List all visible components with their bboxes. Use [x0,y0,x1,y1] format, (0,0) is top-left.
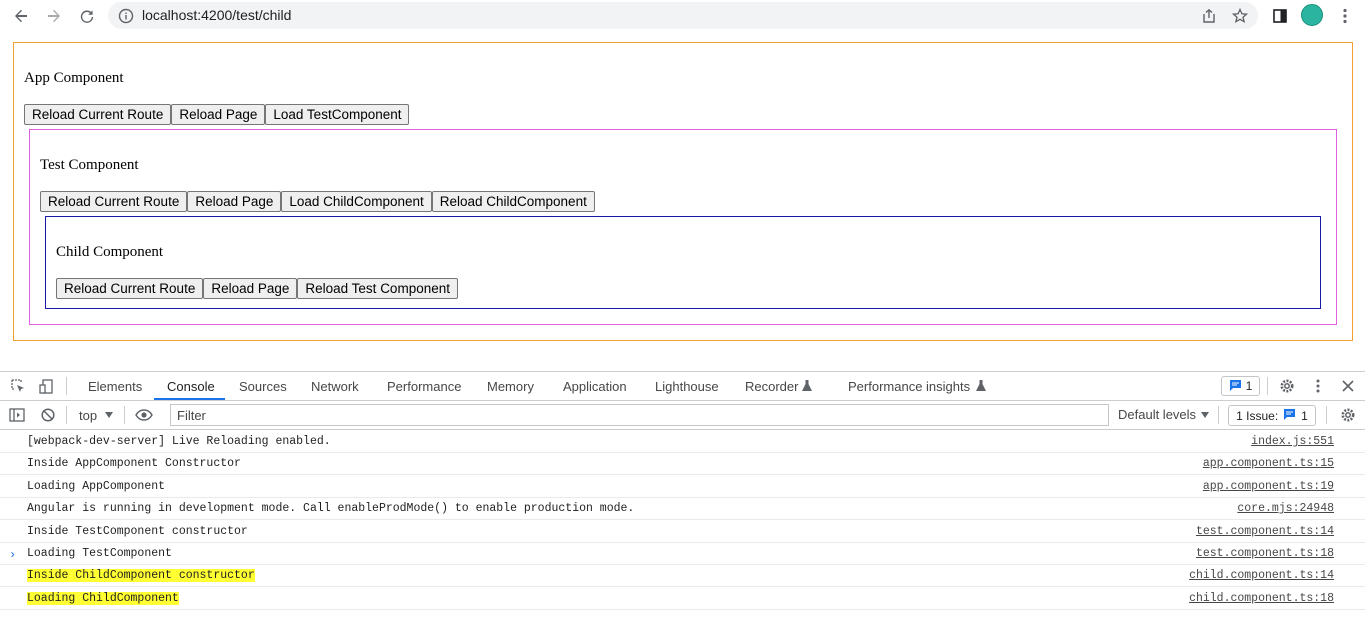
console-prompt-chevron-icon[interactable]: › [9,548,16,562]
child-reload-current-route-button[interactable]: Reload Current Route [56,278,204,299]
tab-performance[interactable]: Performance [387,379,461,394]
app-component-title: App Component [24,70,124,86]
console-filter-bar: top Default levels 1 Issue: 1 [0,401,1365,430]
filter-input[interactable] [171,405,1108,425]
divider [1218,406,1219,424]
tab-recorder[interactable]: Recorder [745,379,798,394]
clear-console-icon[interactable] [40,407,56,423]
console-log-source-link[interactable]: test.component.ts:18 [1196,547,1334,560]
test-reload-current-route-button[interactable]: Reload Current Route [40,191,188,212]
url-text[interactable]: localhost:4200/test/child [142,7,291,23]
app-button-row: Reload Current Route Reload Page Load Te… [24,104,410,125]
tab-elements[interactable]: Elements [88,379,142,394]
tab-sources[interactable]: Sources [239,379,287,394]
app-load-test-component-button[interactable]: Load TestComponent [265,104,410,125]
star-icon[interactable] [1230,6,1250,26]
child-button-row: Reload Current Route Reload Page Reload … [56,278,458,299]
flask-icon [975,379,987,393]
chevron-down-icon[interactable] [1200,409,1210,421]
child-reload-page-button[interactable]: Reload Page [203,278,298,299]
back-arrow-icon[interactable] [9,4,33,28]
filter-input-box[interactable] [170,404,1109,426]
message-icon [1229,379,1242,394]
avatar[interactable] [1301,4,1323,26]
console-log-message: Loading TestComponent [27,547,172,560]
divider [124,406,125,424]
console-log-row: Angular is running in development mode. … [0,498,1365,521]
address-bar[interactable]: localhost:4200/test/child [108,2,1258,29]
issues-label: 1 Issue: [1236,408,1279,423]
console-log-source-link[interactable]: child.component.ts:18 [1189,592,1334,605]
divider [66,406,67,424]
log-levels-dropdown[interactable]: Default levels [1118,407,1196,422]
messages-count: 1 [1245,379,1253,393]
console-log-source-link[interactable]: app.component.ts:15 [1203,457,1334,470]
close-icon[interactable] [1340,378,1356,394]
device-toolbar-icon[interactable] [38,378,54,394]
console-settings-gear-icon[interactable] [1340,407,1356,423]
sidebar-icon[interactable] [1268,4,1292,28]
console-log-source-link[interactable]: app.component.ts:19 [1203,480,1334,493]
flask-icon [801,379,813,393]
info-icon[interactable] [116,6,136,26]
issues-button[interactable]: 1 Issue: 1 [1228,405,1316,426]
console-log-row: Loading ChildComponent child.component.ts… [0,588,1365,610]
console-log-source-link[interactable]: core.mjs:24948 [1237,502,1334,515]
page-content: App Component Reload Current Route Reloa… [0,31,1365,371]
settings-gear-icon[interactable] [1279,378,1295,394]
chevron-down-icon[interactable] [104,409,114,421]
forward-arrow-icon[interactable] [42,4,66,28]
console-log-row: Loading AppComponent app.component.ts:19 [0,476,1365,498]
divider [1326,406,1327,424]
console-log-message: Inside ChildComponent constructor [27,569,255,583]
more-vert-icon[interactable] [1333,4,1357,28]
divider [1267,377,1268,395]
console-log-row: Inside TestComponent constructor test.com… [0,521,1365,543]
console-log-row: [webpack-dev-server] Live Reloading enab… [0,431,1365,453]
console-log-message: Inside TestComponent constructor [27,524,248,538]
divider [66,377,67,395]
child-component-box: Child Component Reload Current Route Rel… [45,216,1321,309]
tab-application[interactable]: Application [563,379,627,394]
console-log-message: [webpack-dev-server] Live Reloading enab… [27,435,331,448]
test-reload-page-button[interactable]: Reload Page [187,191,282,212]
console-log-message: Angular is running in development mode. … [27,502,635,516]
sidebar-toggle-icon[interactable] [8,407,26,423]
issues-count: 1 [1301,408,1308,423]
console-log-row: Loading TestComponent test.component.ts:1… [0,543,1365,565]
more-vert-icon[interactable] [1310,378,1326,394]
test-component-title: Test Component [40,157,139,173]
tab-network[interactable]: Network [311,379,359,394]
active-tab-indicator [154,398,225,400]
reload-icon[interactable] [75,4,99,28]
share-icon[interactable] [1199,6,1219,26]
tab-lighthouse[interactable]: Lighthouse [655,379,719,394]
console-log-message: Loading ChildComponent [27,591,179,605]
test-button-row: Reload Current Route Reload Page Load Ch… [40,191,595,212]
console-log-message: Inside AppComponent Constructor [27,457,241,471]
tab-performance-insights[interactable]: Performance insights [848,379,970,394]
console-log-message: Loading AppComponent [27,479,166,493]
test-reload-child-component-button[interactable]: Reload ChildComponent [431,191,595,212]
app-reload-current-route-button[interactable]: Reload Current Route [24,104,172,125]
console-log-source-link[interactable]: test.component.ts:14 [1196,525,1334,538]
console-log-row: Inside AppComponent Constructor app.compo… [0,453,1365,476]
message-icon [1283,408,1296,423]
messages-badge[interactable]: 1 [1221,376,1260,396]
eye-icon[interactable] [134,408,154,422]
tab-console[interactable]: Console [167,379,215,394]
devtools-tab-bar: Elements Console Sources Network Perform… [0,372,1365,401]
app-reload-page-button[interactable]: Reload Page [171,104,266,125]
console-log-source-link[interactable]: index.js:551 [1251,435,1334,448]
console-log-row: Inside ChildComponent constructor child.c… [0,565,1365,588]
inspect-element-icon[interactable] [10,378,26,394]
console-log-source-link[interactable]: child.component.ts:14 [1189,569,1334,582]
child-reload-test-component-button[interactable]: Reload Test Component [297,278,458,299]
devtools-panel: Elements Console Sources Network Perform… [0,371,1365,627]
context-selector[interactable]: top [79,408,97,423]
child-component-title: Child Component [56,244,164,260]
test-load-child-component-button[interactable]: Load ChildComponent [281,191,432,212]
browser-toolbar: localhost:4200/test/child [0,0,1365,31]
tab-memory[interactable]: Memory [487,379,534,394]
